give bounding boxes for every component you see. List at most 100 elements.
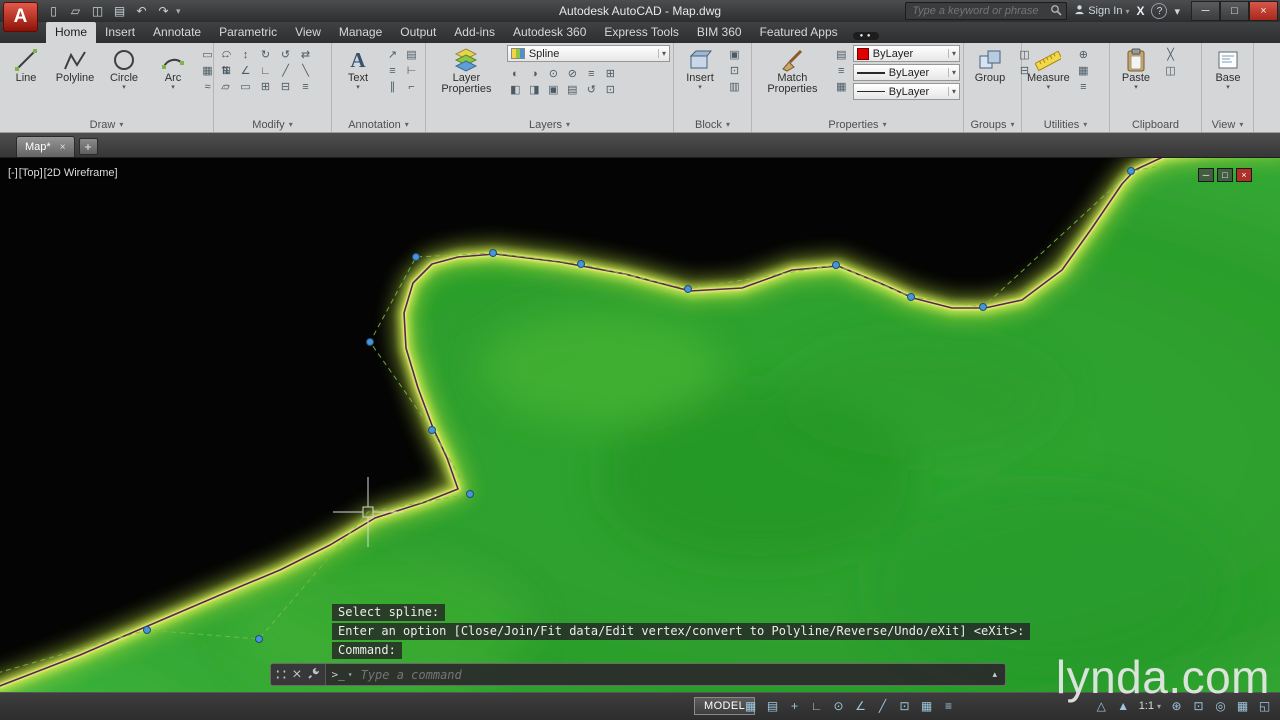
command-history-toggle-icon[interactable]: ▴ xyxy=(984,669,1005,680)
modify-tool-icon[interactable]: ≡ xyxy=(297,79,314,94)
panel-label-clipboard[interactable]: Clipboard xyxy=(1110,117,1201,132)
linetype-select[interactable]: ByLayer xyxy=(852,83,960,100)
annotation-tool-icon[interactable]: ≡ xyxy=(384,63,401,78)
panel-label-block[interactable]: Block xyxy=(674,117,751,132)
clipboard-tool-icon[interactable]: ╳ xyxy=(1162,47,1179,62)
annotation-toggle-icon[interactable]: ▲ xyxy=(1113,697,1134,715)
modify-tool-icon[interactable]: ∠ xyxy=(237,63,254,78)
annotation-toggle-icon[interactable]: △ xyxy=(1091,697,1112,715)
layer-tool-icon[interactable]: ◐ xyxy=(507,66,524,81)
command-prompt[interactable]: >_ ▾ xyxy=(326,668,359,681)
object-color-select[interactable]: ByLayer xyxy=(852,45,960,62)
viewport-view-control[interactable]: [Top] xyxy=(19,167,43,179)
tab-bim-360[interactable]: BIM 360 xyxy=(688,22,751,43)
help-icon[interactable]: ? xyxy=(1151,3,1168,19)
autocad-app-button[interactable]: A xyxy=(3,2,38,32)
block-tool-icon[interactable]: ▣ xyxy=(726,47,743,62)
modify-tool-icon[interactable]: ⊟ xyxy=(277,79,294,94)
layer-tool-icon[interactable]: ◑ xyxy=(526,66,543,81)
panel-label-annotation[interactable]: Annotation xyxy=(332,117,425,132)
command-input[interactable] xyxy=(358,666,985,683)
document-tab-close-icon[interactable]: × xyxy=(60,142,66,153)
base-button[interactable]: Base xyxy=(1205,45,1251,117)
command-customize-icon[interactable] xyxy=(307,666,320,684)
text-button[interactable]: A Text xyxy=(335,45,381,117)
maximize-button[interactable]: □ xyxy=(1220,1,1249,21)
close-button[interactable]: × xyxy=(1249,1,1278,21)
modify-tool-icon[interactable]: ⊞ xyxy=(257,79,274,94)
tab-manage[interactable]: Manage xyxy=(330,22,391,43)
search-icon[interactable] xyxy=(1050,4,1062,19)
tray-toggle-icon[interactable]: ▦ xyxy=(1232,697,1253,715)
command-grip-icon[interactable]: ∷ xyxy=(276,665,286,685)
panel-label-utilities[interactable]: Utilities xyxy=(1022,117,1109,132)
utilities-tool-icon[interactable]: ⊕ xyxy=(1075,47,1092,62)
layer-tool-icon[interactable]: ↺ xyxy=(583,82,600,97)
line-button[interactable]: Line xyxy=(3,45,49,117)
status-toggle-icon[interactable]: ▦ xyxy=(740,697,761,715)
new-tab-button[interactable]: + xyxy=(78,138,98,155)
qat-icon[interactable]: ▤ xyxy=(110,3,129,20)
panel-label-layers[interactable]: Layers xyxy=(426,117,673,132)
layer-tool-icon[interactable]: ▤ xyxy=(564,82,581,97)
tab-featured-apps[interactable]: Featured Apps xyxy=(751,22,847,43)
layer-tool-icon[interactable]: ▣ xyxy=(545,82,562,97)
qat-icon[interactable]: ▯ xyxy=(44,3,63,20)
properties-tool-icon[interactable]: ▤ xyxy=(833,47,850,62)
modify-tool-icon[interactable]: ╲ xyxy=(297,63,314,78)
qat-menu-caret-icon[interactable]: ▾ xyxy=(173,6,184,17)
modify-tool-icon[interactable]: ↺ xyxy=(277,47,294,62)
document-tab-map[interactable]: Map* × xyxy=(16,136,75,157)
group-button[interactable]: Group xyxy=(967,45,1013,117)
tab-express-tools[interactable]: Express Tools xyxy=(595,22,687,43)
modify-tool-icon[interactable]: ▱ xyxy=(217,79,234,94)
layer-tool-icon[interactable]: ⊙ xyxy=(545,66,562,81)
command-close-icon[interactable]: × xyxy=(292,666,301,684)
tray-toggle-icon[interactable]: ◱ xyxy=(1254,697,1275,715)
tab-annotate[interactable]: Annotate xyxy=(144,22,210,43)
match-properties-button[interactable]: Match Properties xyxy=(755,45,830,117)
circle-button[interactable]: Circle xyxy=(101,45,147,117)
layer-tool-icon[interactable]: ≡ xyxy=(583,66,600,81)
drawing-minimize-button[interactable]: ─ xyxy=(1198,168,1214,182)
viewport-visual-style-control[interactable]: [2D Wireframe] xyxy=(44,167,118,179)
panel-label-modify[interactable]: Modify xyxy=(214,117,331,132)
modify-tool-icon[interactable]: ↕ xyxy=(237,47,254,62)
sign-in-button[interactable]: Sign In ▾ xyxy=(1074,4,1129,18)
drawing-close-button[interactable]: × xyxy=(1236,168,1252,182)
panel-label-draw[interactable]: Draw xyxy=(0,117,213,132)
panel-label-properties[interactable]: Properties xyxy=(752,117,963,132)
tray-toggle-icon[interactable]: ⊛ xyxy=(1166,697,1187,715)
search-input[interactable] xyxy=(910,4,1047,18)
layer-tool-icon[interactable]: ⊞ xyxy=(602,66,619,81)
measure-button[interactable]: Measure xyxy=(1025,45,1072,117)
block-tool-icon[interactable]: ▥ xyxy=(726,79,743,94)
tray-toggle-icon[interactable]: ⊡ xyxy=(1188,697,1209,715)
status-toggle-icon[interactable]: ∟ xyxy=(806,697,827,715)
modify-tool-icon[interactable]: ▭ xyxy=(237,79,254,94)
layer-tool-icon[interactable]: ◨ xyxy=(526,82,543,97)
layer-tool-icon[interactable]: ⊡ xyxy=(602,82,619,97)
tab-view[interactable]: View xyxy=(286,22,330,43)
properties-tool-icon[interactable]: ≡ xyxy=(833,63,850,78)
status-toggle-icon[interactable]: ⊙ xyxy=(828,697,849,715)
qat-icon[interactable]: ▱ xyxy=(66,3,85,20)
polyline-button[interactable]: Polyline xyxy=(52,45,98,117)
status-toggle-icon[interactable]: ▤ xyxy=(762,697,783,715)
help-caret-icon[interactable]: ▾ xyxy=(1174,5,1180,18)
status-toggle-icon[interactable]: ╱ xyxy=(872,697,893,715)
modify-tool-icon[interactable]: ⇄ xyxy=(297,47,314,62)
annotation-tool-icon[interactable]: ∥ xyxy=(384,79,401,94)
modify-tool-icon[interactable]: ↔ xyxy=(217,47,234,62)
modify-tool-icon[interactable]: ∟ xyxy=(257,63,274,78)
tab-output[interactable]: Output xyxy=(391,22,445,43)
modify-tool-icon[interactable]: ↻ xyxy=(257,47,274,62)
panel-label-groups[interactable]: Groups xyxy=(964,117,1021,132)
layer-tool-icon[interactable]: ⊘ xyxy=(564,66,581,81)
tab-insert[interactable]: Insert xyxy=(96,22,144,43)
viewport-menu-control[interactable]: [-] xyxy=(8,167,18,179)
connect-badge-icon[interactable]: ● ● xyxy=(852,32,879,40)
tab-autodesk-360[interactable]: Autodesk 360 xyxy=(504,22,595,43)
exchange-apps-icon[interactable]: X xyxy=(1136,4,1144,18)
layer-properties-button[interactable]: Layer Properties xyxy=(429,45,504,117)
